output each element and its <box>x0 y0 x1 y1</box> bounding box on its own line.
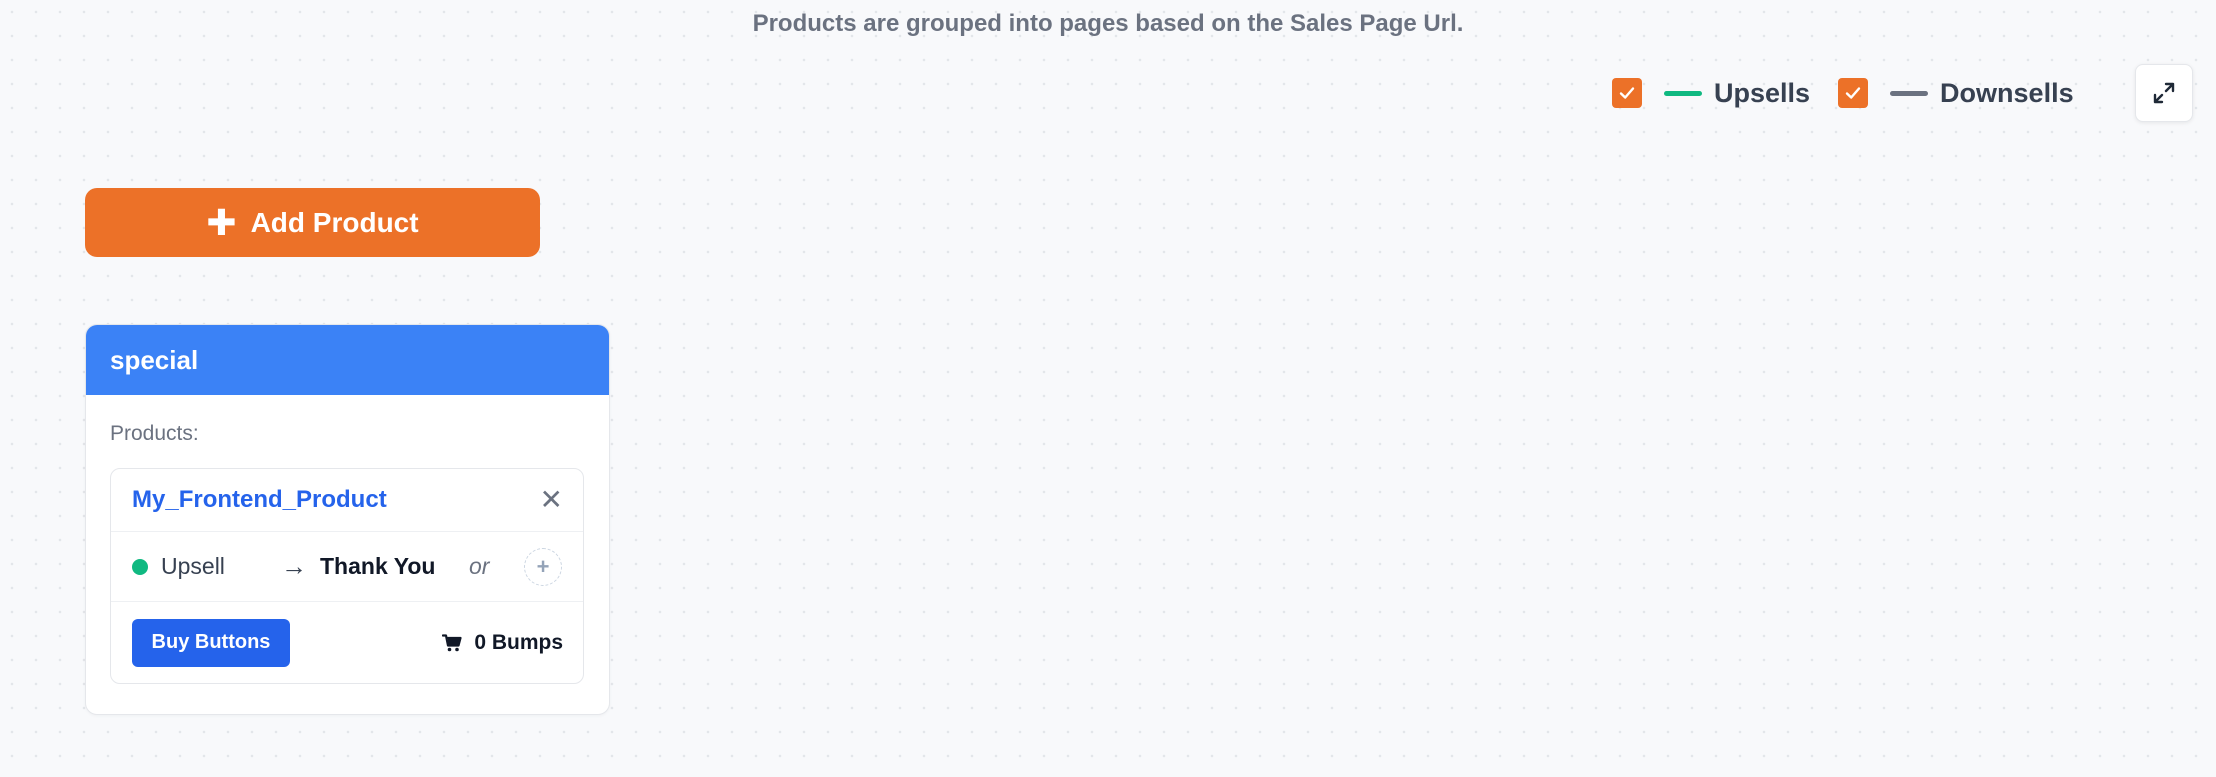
add-product-button[interactable]: ✚ Add Product <box>85 188 540 257</box>
upsells-checkbox[interactable] <box>1612 78 1642 108</box>
page-group-header: special <box>86 325 609 395</box>
buy-buttons-button[interactable]: Buy Buttons <box>132 618 290 667</box>
expand-button[interactable] <box>2135 64 2193 122</box>
downsells-line-swatch <box>1890 90 1929 96</box>
page-group-title: special <box>110 344 199 375</box>
product-card: My_Frontend_Product ✕ Upsell → Thank You… <box>110 468 584 684</box>
check-icon <box>1845 87 1861 99</box>
flow-type-label: Upsell <box>161 553 225 579</box>
check-icon <box>1619 87 1635 99</box>
grouping-hint: Products are grouped into pages based on… <box>752 10 1464 37</box>
add-flow-button[interactable]: + <box>524 547 562 586</box>
or-label: or <box>469 553 490 579</box>
product-footer: Buy Buttons 0 Bumps <box>111 602 583 683</box>
product-header: My_Frontend_Product ✕ <box>111 469 583 532</box>
product-name-link[interactable]: My_Frontend_Product <box>132 486 387 514</box>
upsell-status-dot <box>132 558 148 575</box>
arrow-right-icon: → <box>281 551 307 581</box>
legend-upsells[interactable]: Upsells <box>1612 78 1810 109</box>
flow-legend: Upsells Downsells <box>1612 76 2074 110</box>
page-group-card: special Products: My_Frontend_Product ✕ … <box>85 324 610 715</box>
product-flow-row: Upsell → Thank You or + <box>111 532 583 602</box>
upsells-label: Upsells <box>1714 77 1811 108</box>
bumps-counter[interactable]: 0 Bumps <box>442 631 563 655</box>
bumps-label: 0 Bumps <box>474 630 563 654</box>
add-product-label: Add Product <box>250 206 419 238</box>
downsells-checkbox[interactable] <box>1838 78 1869 108</box>
upsells-line-swatch <box>1664 90 1702 96</box>
flow-target-label[interactable]: Thank You <box>320 553 435 580</box>
plus-icon: ✚ <box>206 201 237 243</box>
legend-downsells[interactable]: Downsells <box>1838 78 2074 109</box>
expand-icon <box>2153 82 2175 104</box>
products-label: Products: <box>110 422 199 445</box>
cart-icon <box>442 633 462 651</box>
close-icon[interactable]: ✕ <box>540 486 563 514</box>
downsells-label: Downsells <box>1940 77 2074 108</box>
